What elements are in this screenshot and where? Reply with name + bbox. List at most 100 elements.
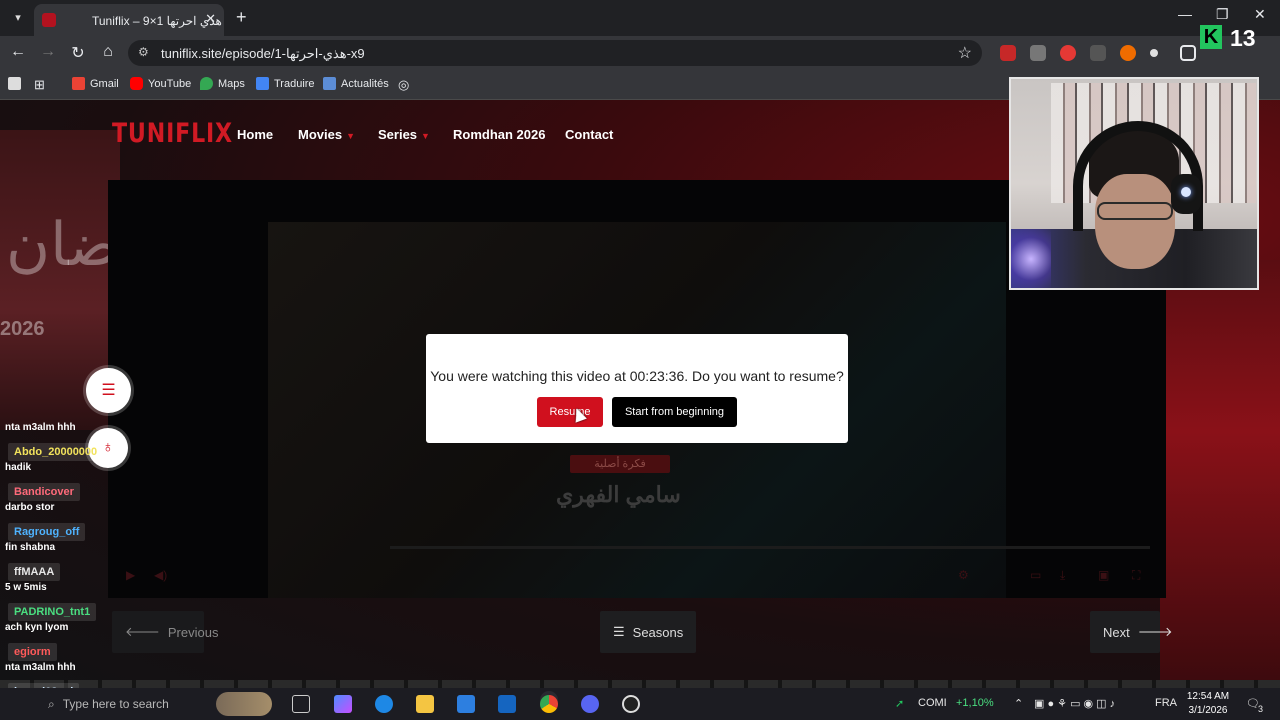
stock-name[interactable]: COMI [918, 697, 947, 709]
bookmark-gmail[interactable]: Gmail [72, 77, 119, 90]
clock[interactable]: 12:54 AM 3/1/2026 [1182, 690, 1234, 718]
nav-contact[interactable]: Contact [565, 127, 613, 142]
file-explorer-icon[interactable] [416, 695, 434, 713]
next-button[interactable]: Next 🡒 [1090, 611, 1173, 653]
home-icon[interactable]: ⌂ [98, 43, 118, 61]
bookmark-star-icon[interactable]: ☆ [958, 43, 972, 63]
grid-icon[interactable]: ⊞ [34, 77, 45, 93]
arrow-right-icon: 🡒 [1137, 624, 1173, 639]
chat-message: nta m3alm hhh [5, 662, 76, 673]
language-indicator[interactable]: FRA [1155, 697, 1177, 709]
clock-date: 3/1/2026 [1188, 705, 1228, 716]
progress-bar[interactable] [390, 546, 1150, 549]
notification-count: 3 [1258, 704, 1264, 714]
chat-username: egiorm [8, 643, 57, 661]
site-logo[interactable]: TUNIFLIX [112, 118, 233, 149]
reload-icon[interactable]: ↻ [68, 43, 88, 63]
chat-message: 5 w 5mis [5, 582, 47, 593]
cast-icon[interactable]: ▭ [1030, 568, 1041, 582]
copilot-icon[interactable] [334, 695, 352, 713]
tab-title: Tuniflix – 9×1 هذي احرتها [92, 14, 222, 28]
globe-icon[interactable]: ◎ [398, 77, 409, 93]
poster-label: فكرة أصلية [570, 455, 670, 473]
weather-widget[interactable] [216, 692, 272, 716]
chat-username: ffMAAA [8, 563, 61, 581]
minimize-icon[interactable]: — [1178, 6, 1192, 22]
tab-search-button[interactable]: ▾ [8, 8, 28, 28]
caret-down-icon: ▼ [346, 131, 355, 141]
resume-dialog: You were watching this video at 00:23:36… [426, 334, 848, 443]
chevron-up-icon[interactable]: ⌃ [1014, 697, 1023, 710]
back-icon[interactable]: ← [8, 43, 28, 61]
chat-username: Ragroug_off [8, 523, 86, 541]
tab-bar: ▾ Tuniflix – 9×1 هذي احرتها ✕ + — ❐ ✕ [0, 0, 1280, 36]
close-window-icon[interactable]: ✕ [1254, 6, 1266, 23]
chrome-icon[interactable] [540, 695, 558, 713]
nav-movies[interactable]: Movies ▼ [298, 127, 355, 142]
bookmark-youtube[interactable]: YouTube [130, 77, 191, 90]
list-icon: ☰ [613, 624, 625, 639]
apps-icon[interactable] [8, 77, 21, 90]
new-tab-button[interactable]: + [236, 7, 247, 28]
url-text: tuniflix.site/episode/1-هذي-احرتها-x9 [161, 46, 365, 61]
outlook-icon[interactable] [498, 695, 516, 713]
extension-icon[interactable] [1000, 45, 1016, 61]
store-icon[interactable] [457, 695, 475, 713]
task-view-icon[interactable] [292, 695, 310, 713]
poster-title: سامي الفهري [556, 482, 681, 507]
extensions-puzzle-icon[interactable] [1180, 45, 1196, 61]
close-tab-icon[interactable]: ✕ [205, 11, 216, 27]
address-bar-row: ← → ↻ ⌂ ⚙ tuniflix.site/episode/1-هذي-اح… [0, 36, 1280, 70]
chat-message: ach kyn lyom [5, 622, 69, 633]
edge-icon[interactable] [375, 695, 393, 713]
nav-romdhan[interactable]: Romdhan 2026 [453, 127, 545, 142]
seasons-button[interactable]: ☰ Seasons [600, 611, 696, 653]
download-icon[interactable]: ⤓ [1060, 568, 1065, 583]
bookmark-maps[interactable]: Maps [200, 77, 245, 90]
chat-message: fin shabna [5, 542, 56, 553]
chat-message: hadik [5, 462, 32, 473]
start-from-beginning-button[interactable]: Start from beginning [612, 397, 737, 427]
youtube-icon [130, 77, 143, 90]
streamer-webcam [1009, 77, 1259, 290]
nav-series[interactable]: Series ▼ [378, 127, 430, 142]
url-field[interactable]: ⚙ tuniflix.site/episode/1-هذي-احرتها-x9 … [128, 40, 982, 66]
discord-icon[interactable] [581, 695, 599, 713]
extension-icon[interactable] [1120, 45, 1136, 61]
extension-badge-icon[interactable] [1060, 45, 1076, 61]
kick-logo-icon: K [1200, 25, 1222, 49]
ramadan-year: 2026 [0, 318, 45, 340]
news-icon [323, 77, 336, 90]
maps-icon [200, 77, 213, 90]
caret-down-icon: ▼ [421, 131, 430, 141]
chat-username: PADRINO_tnt1 [8, 603, 97, 621]
stream-chat-overlay: nta m3alm hhh Abdo_20000000 hadik Bandic… [0, 418, 392, 720]
bookmark-traduire[interactable]: Traduire [256, 77, 315, 90]
episode-list-button[interactable]: ☰ [86, 368, 131, 413]
glasses-extension-icon[interactable] [1090, 45, 1106, 61]
fullscreen-icon[interactable]: ⛶ [1132, 568, 1140, 583]
diamond-extension-icon[interactable] [1148, 47, 1160, 59]
chat-message: darbo stor [5, 502, 55, 513]
resume-button[interactable]: Resume [537, 397, 603, 427]
viewer-count: 13 [1230, 25, 1256, 51]
tray-icons[interactable]: ▣ ● ⚘ ▭ ◉ ◫ ♪ [1034, 697, 1115, 710]
shield-extension-icon[interactable] [1030, 45, 1046, 61]
pip-icon[interactable]: ▣ [1098, 568, 1109, 582]
bookmark-actualites[interactable]: Actualités [323, 77, 389, 90]
browser-tab[interactable]: Tuniflix – 9×1 هذي احرتها ✕ [34, 4, 224, 36]
site-info-icon[interactable]: ⚙ [138, 45, 149, 59]
resume-message: You were watching this video at 00:23:36… [430, 368, 844, 384]
nav-home[interactable]: Home [237, 127, 273, 142]
chat-message: nta m3alm hhh [5, 422, 76, 433]
list-icon: ☰ [101, 382, 116, 399]
stock-trend-icon: ➚ [895, 698, 905, 710]
maximize-icon[interactable]: ❐ [1216, 6, 1229, 23]
forward-icon[interactable]: → [38, 43, 58, 61]
tuniflix-favicon-icon [42, 13, 56, 27]
background-art [1160, 260, 1280, 688]
search-icon: ⌕ [48, 696, 55, 711]
chat-username: Bandicover [8, 483, 80, 501]
settings-icon[interactable]: ⚙ [958, 568, 969, 582]
obs-icon[interactable] [622, 695, 640, 713]
